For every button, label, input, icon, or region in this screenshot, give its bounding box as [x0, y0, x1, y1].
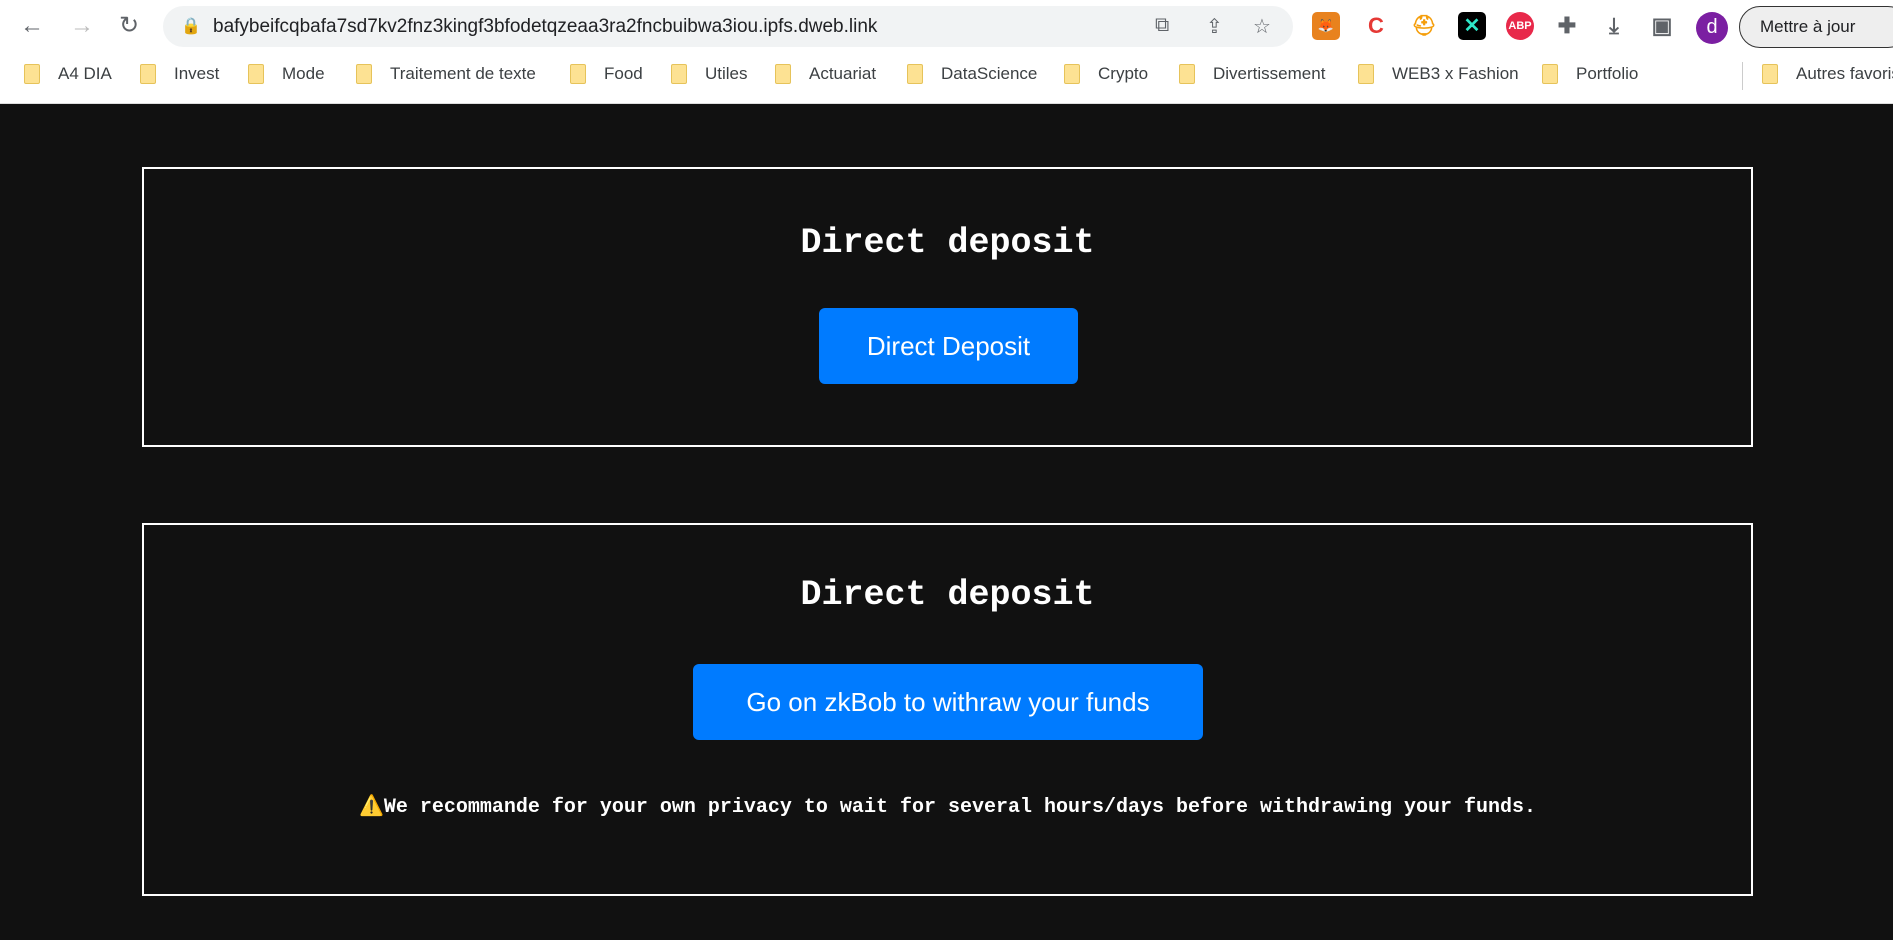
bookmark-folder[interactable]: DataScience	[907, 64, 1037, 84]
metamask-icon[interactable]: 🦊	[1312, 12, 1340, 40]
direct-deposit-card: Direct deposit Direct Deposit	[142, 167, 1753, 447]
bookmark-folder[interactable]: A4 DIA	[24, 64, 112, 84]
bookmark-folder[interactable]: Mode	[248, 64, 325, 84]
abp-icon[interactable]: ABP	[1506, 12, 1534, 40]
side-panel-icon[interactable]: ▣	[1648, 12, 1676, 40]
warning-icon: ⚠️	[358, 796, 384, 819]
folder-icon	[570, 64, 586, 84]
browser-chrome: ← → ↻ 🔒 bafybeifcqbafa7sd7kv2fnz3kingf3b…	[0, 0, 1893, 104]
avatar[interactable]: d	[1696, 12, 1728, 44]
folder-icon	[1064, 64, 1080, 84]
card-title: Direct deposit	[800, 575, 1095, 615]
bookmark-folder[interactable]: WEB3 x Fashion	[1358, 64, 1519, 84]
zkbob-withdraw-button[interactable]: Go on zkBob to withraw your funds	[693, 664, 1203, 740]
reload-icon[interactable]: ↻	[113, 10, 145, 42]
bookmark-folder[interactable]: Traitement de texte	[356, 64, 536, 84]
folder-icon	[140, 64, 156, 84]
folder-icon	[356, 64, 372, 84]
folder-icon	[1358, 64, 1374, 84]
folder-icon	[248, 64, 264, 84]
folder-icon	[1179, 64, 1195, 84]
bookmark-folder[interactable]: Utiles	[671, 64, 748, 84]
bookmark-folder[interactable]: Food	[570, 64, 643, 84]
forward-icon[interactable]: →	[66, 10, 98, 42]
translate-icon[interactable]: ⧉	[1155, 14, 1169, 37]
folder-icon	[1542, 64, 1558, 84]
back-icon[interactable]: ←	[16, 10, 48, 42]
folder-icon	[24, 64, 40, 84]
c-extension-icon[interactable]: C	[1362, 12, 1390, 40]
withdraw-card: Direct deposit Go on zkBob to withraw yo…	[142, 523, 1753, 896]
folder-icon	[907, 64, 923, 84]
url-text[interactable]: bafybeifcqbafa7sd7kv2fnz3kingf3bfodetqze…	[213, 16, 877, 38]
folder-icon	[671, 64, 687, 84]
star-icon[interactable]: ☆	[1253, 14, 1271, 39]
bookmarks-bar: A4 DIA Invest Mode Traitement de texte F…	[0, 56, 1893, 96]
lock-icon[interactable]: 🔒	[181, 16, 201, 36]
direct-deposit-button[interactable]: Direct Deposit	[819, 308, 1078, 384]
update-button[interactable]: Mettre à jour	[1739, 6, 1893, 48]
bookmark-divider	[1742, 62, 1743, 90]
x-extension-icon[interactable]: ✕	[1458, 12, 1486, 40]
helmet-extension-icon[interactable]: ⛑	[1410, 12, 1438, 40]
share-icon[interactable]: ⇪	[1206, 14, 1223, 39]
warning-text: We recommande for your own privacy to wa…	[383, 796, 1537, 819]
bookmark-folder[interactable]: Actuariat	[775, 64, 876, 84]
bookmark-folder[interactable]: Crypto	[1064, 64, 1148, 84]
download-icon[interactable]: ⤓	[1600, 12, 1628, 40]
bookmark-folder[interactable]: Portfolio	[1542, 64, 1638, 84]
folder-icon	[1762, 64, 1778, 84]
folder-icon	[775, 64, 791, 84]
puzzle-icon[interactable]: ✚	[1553, 12, 1581, 40]
bookmark-folder[interactable]: Invest	[140, 64, 219, 84]
address-bar[interactable]: 🔒 bafybeifcqbafa7sd7kv2fnz3kingf3bfodetq…	[163, 6, 1293, 47]
card-title: Direct deposit	[800, 223, 1095, 263]
bookmark-folder[interactable]: Divertissement	[1179, 64, 1325, 84]
privacy-warning: ⚠️We recommande for your own privacy to …	[144, 793, 1751, 819]
other-bookmarks[interactable]: Autres favoris	[1762, 64, 1893, 84]
